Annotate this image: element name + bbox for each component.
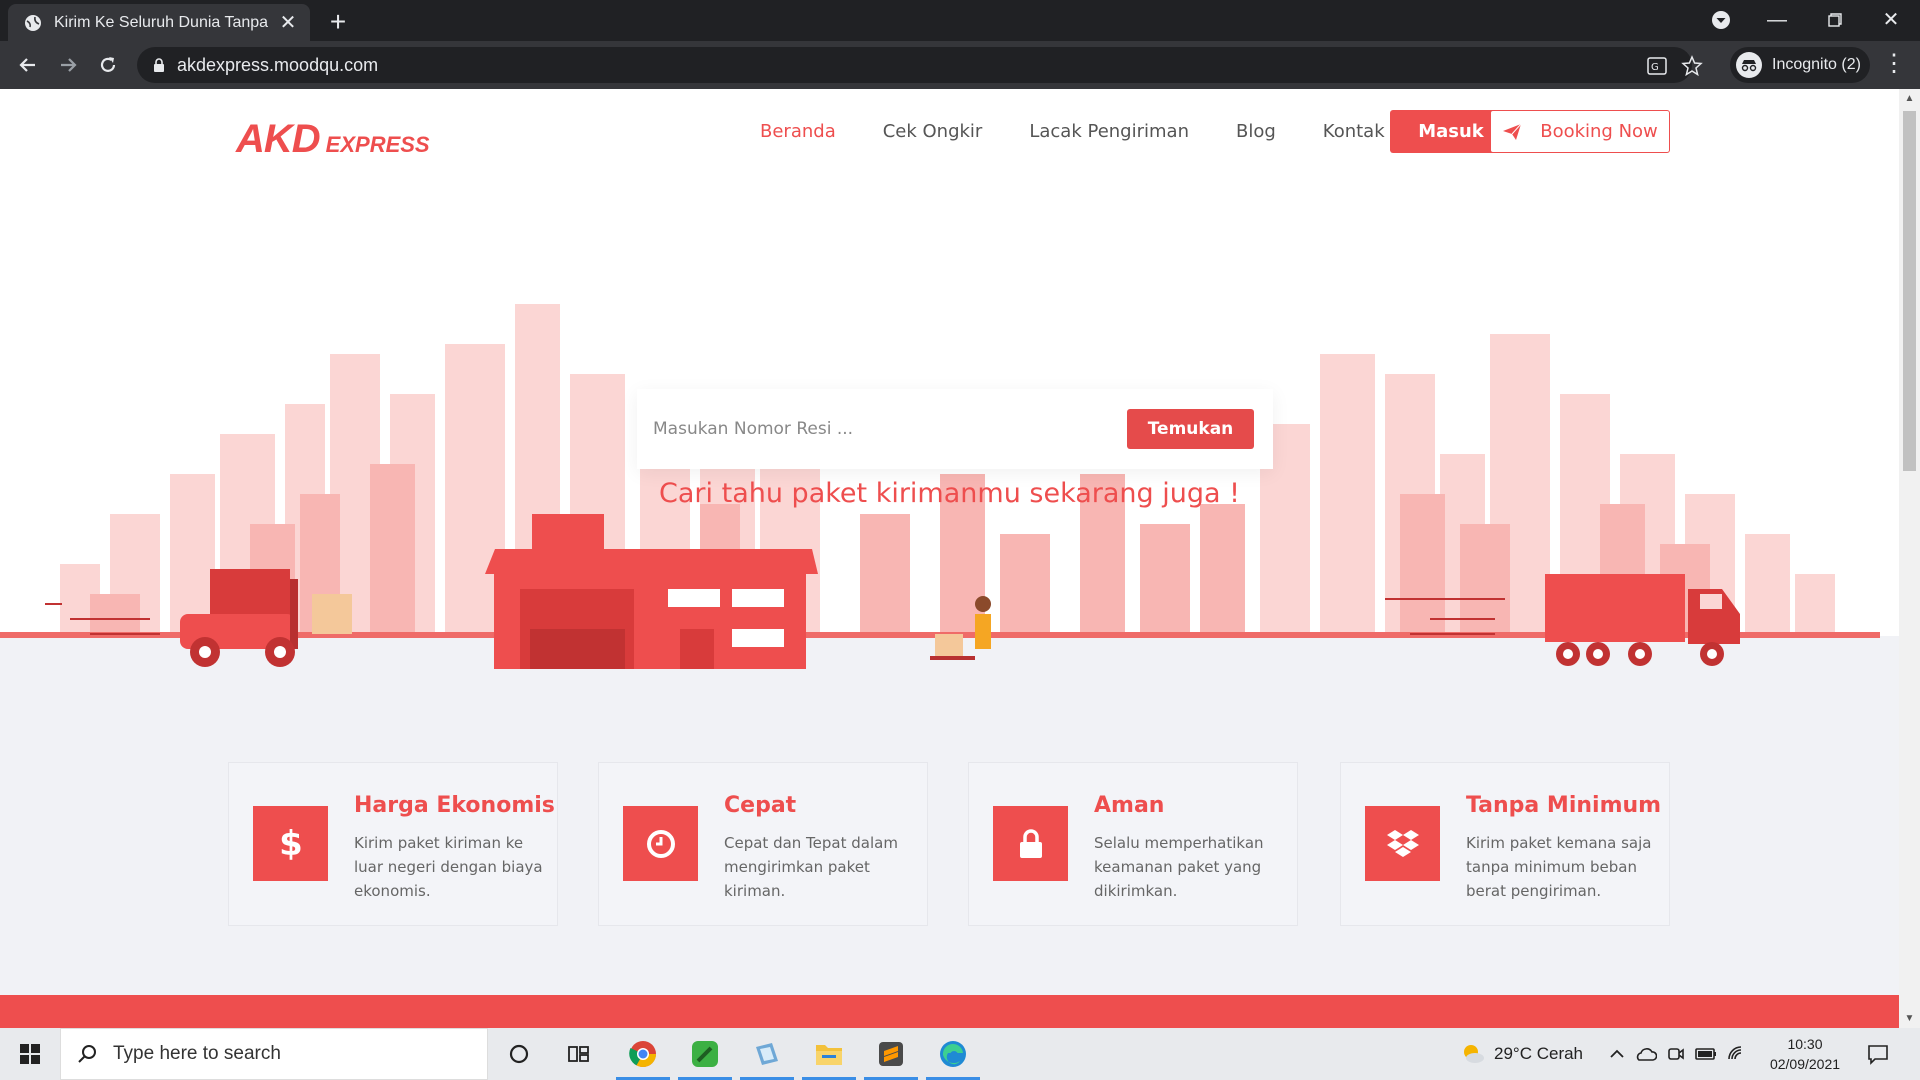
nav-kontak[interactable]: Kontak [1323, 121, 1385, 142]
battery-icon[interactable] [1695, 1047, 1717, 1061]
feature-title: Aman [1094, 793, 1165, 818]
tab-close-icon[interactable]: ✕ [276, 10, 300, 35]
feature-desc: Kirim paket kiriman ke luar negeri denga… [354, 834, 543, 900]
lock-icon [993, 806, 1068, 881]
globe-icon [25, 14, 41, 31]
booking-button[interactable]: Booking Now [1490, 110, 1670, 153]
browser-tab[interactable]: Kirim Ke Seluruh Dunia Tanpa Minimum ✕ [8, 4, 310, 41]
tracking-number-input[interactable] [653, 409, 1093, 449]
minimize-icon[interactable]: — [1754, 4, 1800, 36]
logo-main: AKD [236, 117, 321, 161]
feature-card-cepat: Cepat Cepat dan Tepat dalam mengirimkan … [598, 762, 928, 926]
find-button[interactable]: Temukan [1127, 409, 1254, 449]
feature-title: Cepat [724, 793, 797, 818]
taskbar-clock[interactable]: 10:30 02/09/2021 [1760, 1034, 1850, 1074]
dropbox-icon [1365, 806, 1440, 881]
windows-taskbar: Type here to search 29°C Cerah 10:30 02/… [0, 1028, 1920, 1080]
nav-blog[interactable]: Blog [1236, 121, 1276, 142]
sublime-text-icon[interactable] [862, 1028, 920, 1080]
clock-icon [623, 806, 698, 881]
main-nav: Beranda Cek Ongkir Lacak Pengiriman Blog… [760, 89, 1439, 174]
url-text[interactable]: akdexpress.moodqu.com [177, 55, 378, 76]
feature-card-harga-ekonomis: $ Harga Ekonomis Kirim paket kiriman ke … [228, 762, 558, 926]
feature-desc: Cepat dan Tepat dalam mengirimkan paket … [724, 834, 898, 900]
feature-desc: Selalu memperhatikan keamanan paket yang… [1094, 834, 1264, 900]
akd-express-logo[interactable]: AKD EXPRESS [236, 117, 430, 162]
taskbar-search-placeholder: Type here to search [113, 1043, 281, 1064]
booking-label: Booking Now [1540, 121, 1658, 142]
search-icon [78, 1045, 96, 1063]
meet-now-icon[interactable] [1667, 1045, 1685, 1063]
incognito-profile[interactable]: Incognito (2) [1730, 47, 1870, 83]
new-tab-button[interactable]: + [322, 6, 354, 38]
tracking-search-box: Temukan [637, 389, 1273, 469]
onedrive-icon[interactable] [1635, 1046, 1658, 1062]
bookmark-star-icon[interactable] [1681, 55, 1703, 77]
web-page: AKD EXPRESS Beranda Cek Ongkir Lacak Pen… [0, 89, 1899, 1028]
cortana-icon[interactable] [490, 1028, 548, 1080]
scroll-down-icon[interactable]: ▼ [1904, 1013, 1915, 1024]
back-icon[interactable] [12, 49, 44, 81]
chevron-up-icon[interactable] [1609, 1046, 1625, 1062]
address-bar[interactable]: akdexpress.moodqu.com G [137, 47, 1703, 83]
logo-sub: EXPRESS [325, 132, 430, 157]
reload-icon[interactable] [92, 49, 124, 81]
nav-beranda[interactable]: Beranda [760, 121, 836, 142]
wifi-icon[interactable] [1727, 1045, 1747, 1063]
file-explorer-icon[interactable] [800, 1028, 858, 1080]
translate-icon[interactable]: G [1646, 55, 1668, 77]
paper-plane-icon [1503, 123, 1522, 140]
task-view-icon[interactable] [550, 1028, 608, 1080]
feature-card-tanpa-minimum: Tanpa Minimum Kirim paket kemana saja ta… [1340, 762, 1670, 926]
restore-icon[interactable] [1812, 4, 1858, 36]
nav-cek-ongkir[interactable]: Cek Ongkir [883, 121, 983, 142]
weather-text[interactable]: 29°C Cerah [1494, 1044, 1583, 1064]
feature-title: Harga Ekonomis [354, 793, 555, 818]
forward-icon[interactable] [52, 49, 84, 81]
taskbar-search[interactable]: Type here to search [60, 1028, 488, 1080]
lock-icon[interactable] [151, 57, 167, 73]
site-header: AKD EXPRESS Beranda Cek Ongkir Lacak Pen… [0, 89, 1899, 174]
system-tray: 29°C Cerah [1460, 1028, 1747, 1080]
browser-menu-icon[interactable]: ⋮ [1880, 51, 1908, 79]
tab-search-icon[interactable] [1710, 9, 1732, 31]
tab-title: Kirim Ke Seluruh Dunia Tanpa Minimum [54, 13, 270, 31]
windows-start-icon[interactable] [0, 1028, 60, 1080]
svg-text:$: $ [279, 824, 303, 864]
edge-icon[interactable] [924, 1028, 982, 1080]
page-scrollbar[interactable]: ▲ ▼ [1899, 89, 1920, 1028]
svg-text:G: G [1651, 62, 1659, 73]
incognito-icon [1736, 52, 1762, 78]
weather-icon[interactable] [1460, 1041, 1486, 1067]
clock-time: 10:30 [1787, 1036, 1823, 1052]
scroll-up-icon[interactable]: ▲ [1904, 93, 1915, 104]
nav-lacak-pengiriman[interactable]: Lacak Pengiriman [1029, 121, 1189, 142]
clock-date: 02/09/2021 [1769, 1056, 1841, 1072]
dollar-icon: $ [253, 806, 328, 881]
feature-card-aman: Aman Selalu memperhatikan keamanan paket… [968, 762, 1298, 926]
browser-toolbar: akdexpress.moodqu.com G Incognito (2) ⋮ [0, 41, 1920, 89]
chrome-taskbar-icon[interactable] [614, 1028, 672, 1080]
features-section: $ Harga Ekonomis Kirim paket kiriman ke … [228, 762, 1670, 926]
close-window-icon[interactable]: ✕ [1868, 4, 1914, 36]
footer-band [0, 995, 1899, 1028]
browser-tabbar: Kirim Ke Seluruh Dunia Tanpa Minimum ✕ +… [0, 0, 1920, 41]
notification-center-icon[interactable] [1866, 1042, 1890, 1066]
feature-desc: Kirim paket kemana saja tanpa minimum be… [1466, 834, 1652, 900]
hero-subtitle: Cari tahu paket kirimanmu sekarang juga … [659, 478, 1240, 509]
app-blue-icon[interactable] [738, 1028, 796, 1080]
profile-label: Incognito (2) [1772, 56, 1861, 73]
feature-title: Tanpa Minimum [1466, 793, 1662, 818]
app-green-icon[interactable] [676, 1028, 734, 1080]
scroll-thumb[interactable] [1903, 111, 1916, 471]
